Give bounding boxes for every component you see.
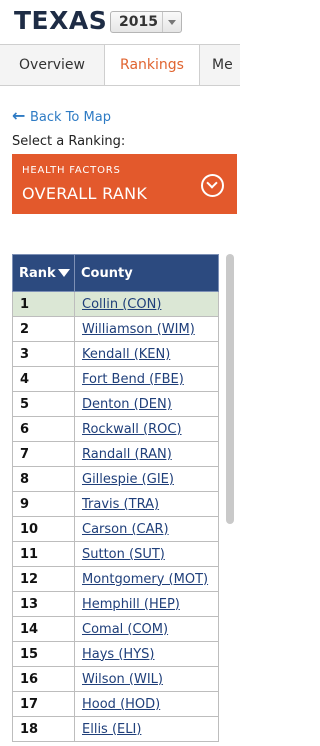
county-cell: Collin (CON) xyxy=(74,291,219,317)
county-link[interactable]: Comal (COM) xyxy=(82,622,168,637)
county-link[interactable]: Sutton (SUT) xyxy=(82,547,165,562)
county-link[interactable]: Gillespie (GIE) xyxy=(82,472,174,487)
county-link[interactable]: Montgomery (MOT) xyxy=(82,572,208,587)
county-cell: Ellis (ELI) xyxy=(74,716,219,742)
table-row: 9 Travis (TRA) xyxy=(12,491,219,517)
rank-header-label: Rank xyxy=(19,265,56,281)
county-cell: Wilson (WIL) xyxy=(74,666,219,692)
table-row: 17 Hood (HOD) xyxy=(12,691,219,717)
tab-overview[interactable]: Overview xyxy=(0,45,104,85)
rank-cell: 5 xyxy=(12,391,75,417)
rank-cell: 18 xyxy=(12,716,75,742)
county-cell: Hood (HOD) xyxy=(74,691,219,717)
county-link[interactable]: Hood (HOD) xyxy=(82,697,160,712)
table-row: 12 Montgomery (MOT) xyxy=(12,566,219,592)
select-ranking-label: Select a Ranking: xyxy=(12,134,126,149)
county-link[interactable]: Ellis (ELI) xyxy=(82,722,141,737)
rank-cell: 16 xyxy=(12,666,75,692)
county-cell: Carson (CAR) xyxy=(74,516,219,542)
left-arrow-icon: ← xyxy=(12,106,26,125)
county-cell: Denton (DEN) xyxy=(74,391,219,417)
table-row: 6 Rockwall (ROC) xyxy=(12,416,219,442)
tab-measures[interactable]: Me xyxy=(200,45,240,85)
county-cell: Gillespie (GIE) xyxy=(74,466,219,492)
county-link[interactable]: Carson (CAR) xyxy=(82,522,169,537)
rank-cell: 6 xyxy=(12,416,75,442)
county-link[interactable]: Hemphill (HEP) xyxy=(82,597,180,612)
rank-cell: 10 xyxy=(12,516,75,542)
county-link[interactable]: Kendall (KEN) xyxy=(82,347,170,362)
county-link[interactable]: Travis (TRA) xyxy=(82,497,159,512)
rank-cell: 15 xyxy=(12,641,75,667)
rank-cell: 13 xyxy=(12,591,75,617)
rank-cell: 7 xyxy=(12,441,75,467)
county-cell: Randall (RAN) xyxy=(74,441,219,467)
back-to-map-link[interactable]: ← Back To Map xyxy=(12,106,111,125)
header: TEXAS 2015 xyxy=(0,0,240,44)
county-cell: Kendall (KEN) xyxy=(74,341,219,367)
rank-cell: 2 xyxy=(12,316,75,342)
rank-cell: 9 xyxy=(12,491,75,517)
table-row: 7 Randall (RAN) xyxy=(12,441,219,467)
rank-cell: 17 xyxy=(12,691,75,717)
rankings-table: Rank County 1 Collin (CON) 2 Williamson (WI… xyxy=(12,254,219,742)
rank-cell: 8 xyxy=(12,466,75,492)
tab-rankings[interactable]: Rankings xyxy=(104,45,200,85)
rank-cell: 12 xyxy=(12,566,75,592)
county-link[interactable]: Denton (DEN) xyxy=(82,397,172,412)
county-link[interactable]: Wilson (WIL) xyxy=(82,672,163,687)
table-row: 15 Hays (HYS) xyxy=(12,641,219,667)
year-value: 2015 xyxy=(119,14,158,30)
chevron-down-icon[interactable] xyxy=(162,12,181,32)
table-row: 14 Comal (COM) xyxy=(12,616,219,642)
table-row: 2 Williamson (WIM) xyxy=(12,316,219,342)
county-link[interactable]: Williamson (WIM) xyxy=(82,322,195,337)
ranking-title: OVERALL RANK xyxy=(22,184,148,203)
table-row: 5 Denton (DEN) xyxy=(12,391,219,417)
rank-column-header[interactable]: Rank xyxy=(12,254,75,292)
county-cell: Sutton (SUT) xyxy=(74,541,219,567)
county-cell: Hemphill (HEP) xyxy=(74,591,219,617)
table-row: 10 Carson (CAR) xyxy=(12,516,219,542)
county-cell: Rockwall (ROC) xyxy=(74,416,219,442)
county-cell: Fort Bend (FBE) xyxy=(74,366,219,392)
table-row: 13 Hemphill (HEP) xyxy=(12,591,219,617)
back-to-map-label: Back To Map xyxy=(30,110,111,125)
rank-cell: 11 xyxy=(12,541,75,567)
county-link[interactable]: Collin (CON) xyxy=(82,297,161,312)
table-row: 18 Ellis (ELI) xyxy=(12,716,219,742)
county-link[interactable]: Rockwall (ROC) xyxy=(82,422,182,437)
county-cell: Travis (TRA) xyxy=(74,491,219,517)
rank-cell: 3 xyxy=(12,341,75,367)
county-link[interactable]: Fort Bend (FBE) xyxy=(82,372,184,387)
sort-down-icon xyxy=(57,269,70,277)
table-row: 1 Collin (CON) xyxy=(12,291,219,317)
ranking-category: HEALTH FACTORS xyxy=(22,165,121,176)
ranking-dropdown[interactable]: HEALTH FACTORS OVERALL RANK xyxy=(12,154,237,214)
table-row: 4 Fort Bend (FBE) xyxy=(12,366,219,392)
county-cell: Williamson (WIM) xyxy=(74,316,219,342)
year-select[interactable]: 2015 xyxy=(110,11,182,33)
county-link[interactable]: Hays (HYS) xyxy=(82,647,154,662)
rank-cell: 4 xyxy=(12,366,75,392)
county-column-header[interactable]: County xyxy=(74,254,219,292)
table-row: 8 Gillespie (GIE) xyxy=(12,466,219,492)
county-cell: Comal (COM) xyxy=(74,616,219,642)
table-row: 16 Wilson (WIL) xyxy=(12,666,219,692)
rank-cell: 1 xyxy=(12,291,75,317)
state-title: TEXAS xyxy=(14,6,108,35)
scrollbar[interactable] xyxy=(226,254,234,524)
table-row: 3 Kendall (KEN) xyxy=(12,341,219,367)
county-cell: Hays (HYS) xyxy=(74,641,219,667)
table-row: 11 Sutton (SUT) xyxy=(12,541,219,567)
county-link[interactable]: Randall (RAN) xyxy=(82,447,172,462)
chevron-circle-down-icon[interactable] xyxy=(201,174,224,197)
rankings-table-container: Rank County 1 Collin (CON) 2 Williamson (WI… xyxy=(12,254,220,746)
county-cell: Montgomery (MOT) xyxy=(74,566,219,592)
tab-bar: Overview Rankings Me xyxy=(0,44,240,86)
rank-cell: 14 xyxy=(12,616,75,642)
